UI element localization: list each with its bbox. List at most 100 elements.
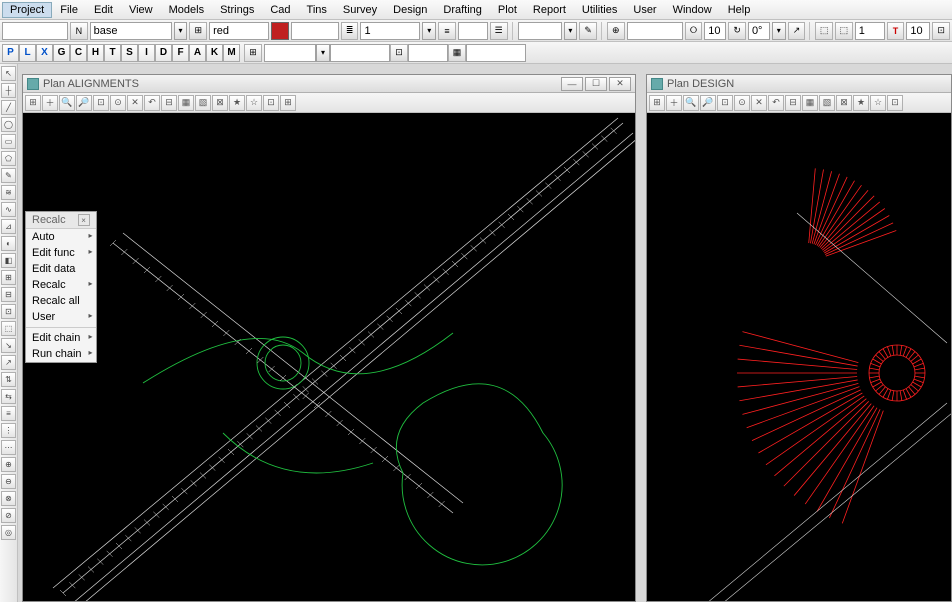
menu-help[interactable]: Help [720,2,759,18]
coord-field-2[interactable] [330,44,390,62]
left-tool-7[interactable]: ≋ [1,185,16,200]
view-btn-13[interactable]: ☆ [870,95,886,111]
maximize-button[interactable]: ☐ [585,77,607,91]
snap-x[interactable]: X [36,44,53,62]
snap-k[interactable]: K [206,44,223,62]
menu-utilities[interactable]: Utilities [574,2,625,18]
snap-p[interactable]: P [2,44,19,62]
view-btn-0[interactable]: ⊞ [649,95,665,111]
coord-field-1[interactable] [264,44,316,62]
snap-b-icon[interactable]: ⬚ [835,22,853,40]
view-btn-13[interactable]: ☆ [246,95,262,111]
angle-dropdown[interactable]: ▾ [772,22,786,40]
menu-window[interactable]: Window [665,2,720,18]
view-btn-5[interactable]: ⊙ [734,95,750,111]
snap-f[interactable]: F [172,44,189,62]
snap-a-icon[interactable]: ⬚ [815,22,833,40]
snap-l[interactable]: L [19,44,36,62]
left-tool-24[interactable]: ⊖ [1,474,16,489]
snap-extra-icon[interactable]: ⊞ [244,44,262,62]
weight-dropdown[interactable]: ▾ [422,22,436,40]
context-menu-header[interactable]: Recalc × [26,212,96,229]
left-tool-19[interactable]: ⇆ [1,389,16,404]
left-tool-1[interactable]: ┼ [1,83,16,98]
left-tool-13[interactable]: ⊟ [1,287,16,302]
layer-pick-icon[interactable]: ⊞ [189,22,207,40]
view-btn-7[interactable]: ↶ [144,95,160,111]
menu-plot[interactable]: Plot [490,2,525,18]
view-btn-14[interactable]: ⊡ [887,95,903,111]
left-tool-16[interactable]: ↘ [1,338,16,353]
canvas-alignments[interactable]: Recalc × AutoEdit funcEdit dataRecalcRec… [23,113,635,601]
view-btn-8[interactable]: ⊟ [785,95,801,111]
coord-1-dropdown[interactable]: ▾ [316,44,330,62]
left-tool-25[interactable]: ⊗ [1,491,16,506]
view-btn-6[interactable]: ✕ [127,95,143,111]
pick-icon[interactable]: ✎ [579,22,597,40]
target-icon[interactable]: ⊕ [607,22,625,40]
menu-tins[interactable]: Tins [299,2,335,18]
justify-icon[interactable]: ☰ [490,22,508,40]
snap-m[interactable]: M [223,44,240,62]
left-tool-8[interactable]: ∿ [1,202,16,217]
field-5[interactable] [458,22,488,40]
snap-g[interactable]: G [53,44,70,62]
view-btn-8[interactable]: ⊟ [161,95,177,111]
left-tool-26[interactable]: ⊘ [1,508,16,523]
menu-user[interactable]: User [625,2,664,18]
view-btn-3[interactable]: 🔎 [76,95,92,111]
view-btn-12[interactable]: ★ [853,95,869,111]
lock-icon[interactable]: ⭘ [685,22,703,40]
snap-c[interactable]: C [70,44,87,62]
view-btn-2[interactable]: 🔍 [683,95,699,111]
view-btn-6[interactable]: ✕ [751,95,767,111]
menu-strings[interactable]: Strings [212,2,262,18]
view-btn-9[interactable]: ▦ [802,95,818,111]
view-btn-3[interactable]: 🔎 [700,95,716,111]
color-swatch[interactable] [271,22,289,40]
angle-field[interactable] [748,22,770,40]
coord-field-3[interactable] [408,44,448,62]
left-tool-2[interactable]: ╱ [1,100,16,115]
view-btn-11[interactable]: ⊠ [212,95,228,111]
left-tool-0[interactable]: ↖ [1,66,16,81]
view-btn-1[interactable]: ＋ [42,95,58,111]
left-tool-12[interactable]: ⊞ [1,270,16,285]
coord-pick-icon[interactable]: ⊡ [390,44,408,62]
snap-a[interactable]: A [189,44,206,62]
menu-view[interactable]: View [121,2,161,18]
left-tool-10[interactable]: ◐ [1,236,16,251]
left-tool-14[interactable]: ⊡ [1,304,16,319]
rotate-icon[interactable]: ↻ [728,22,746,40]
menu-models[interactable]: Models [161,2,212,18]
menu-design[interactable]: Design [385,2,435,18]
color-field[interactable] [209,22,269,40]
left-tool-11[interactable]: ◧ [1,253,16,268]
view-btn-0[interactable]: ⊞ [25,95,41,111]
num-c-field[interactable] [906,22,930,40]
menu-file[interactable]: File [52,2,86,18]
left-tool-15[interactable]: ⬚ [1,321,16,336]
menu-item-recalc-all[interactable]: Recalc all [26,293,96,309]
menu-project[interactable]: Project [2,2,52,18]
view-btn-1[interactable]: ＋ [666,95,682,111]
menu-item-run-chain[interactable]: Run chain [26,346,96,362]
left-tool-20[interactable]: ≡ [1,406,16,421]
left-tool-6[interactable]: ✎ [1,168,16,183]
view-btn-10[interactable]: ▧ [195,95,211,111]
left-tool-27[interactable]: ◎ [1,525,16,540]
num-a-field[interactable] [704,22,726,40]
field-3[interactable] [291,22,339,40]
field-6-dropdown[interactable]: ▾ [564,22,578,40]
view-btn-12[interactable]: ★ [229,95,245,111]
field-7[interactable] [627,22,683,40]
menu-item-auto[interactable]: Auto [26,229,96,245]
snap-d[interactable]: D [155,44,172,62]
view-btn-5[interactable]: ⊙ [110,95,126,111]
left-tool-18[interactable]: ⇅ [1,372,16,387]
view-btn-4[interactable]: ⊡ [93,95,109,111]
canvas-design[interactable] [647,113,951,601]
titlebar-design[interactable]: Plan DESIGN [647,75,951,93]
menu-report[interactable]: Report [525,2,574,18]
menu-item-recalc[interactable]: Recalc [26,277,96,293]
